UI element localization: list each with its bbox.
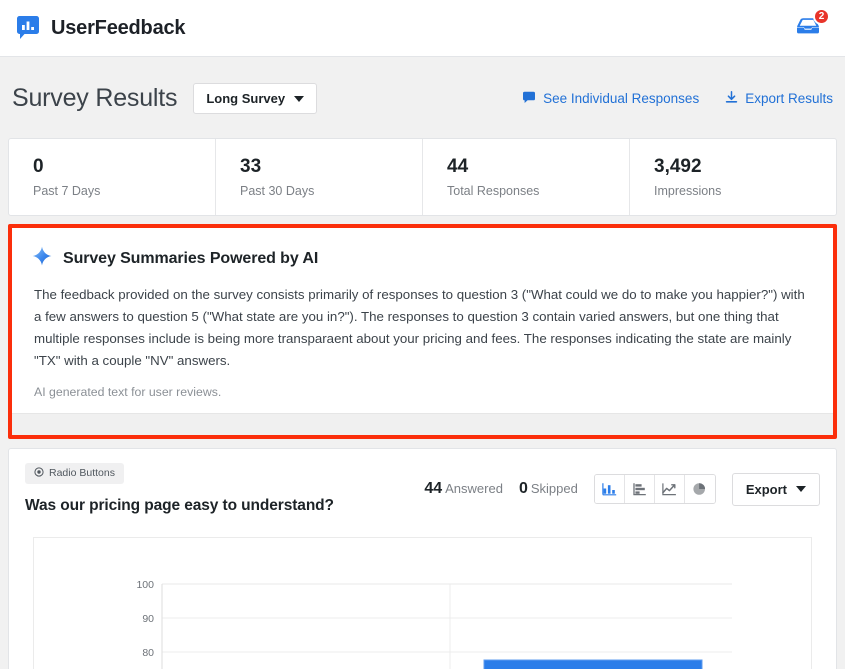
stat-card: 33 Past 30 Days <box>216 139 423 215</box>
see-individual-responses-link[interactable]: See Individual Responses <box>522 91 699 107</box>
export-button[interactable]: Export <box>732 473 820 506</box>
ai-summary-card: Survey Summaries Powered by AI The feedb… <box>12 228 833 413</box>
header-right: 2 <box>793 13 827 43</box>
stats-row: 0 Past 7 Days 33 Past 30 Days 44 Total R… <box>8 138 837 216</box>
header-actions: See Individual Responses Export Results <box>522 91 833 107</box>
question-header-left: Radio Buttons Was our pricing page easy … <box>25 463 334 515</box>
y-tick-label: 100 <box>136 579 154 591</box>
question-chart: 100 90 80 70 60 <box>33 537 812 669</box>
stat-value: 3,492 <box>654 155 836 179</box>
stat-value: 44 <box>447 155 629 179</box>
question-type-label: Radio Buttons <box>49 467 115 479</box>
chevron-down-icon <box>796 486 806 492</box>
ai-summary-body: The feedback provided on the survey cons… <box>32 284 813 372</box>
ai-summary-title: Survey Summaries Powered by AI <box>63 250 318 268</box>
export-results-label: Export Results <box>745 91 833 106</box>
skipped-count: 0Skipped <box>519 480 578 498</box>
chart-toggle-bar[interactable] <box>595 475 625 503</box>
inbox-button[interactable]: 2 <box>793 13 827 43</box>
ai-summary-footer <box>12 413 833 435</box>
see-individual-responses-label: See Individual Responses <box>543 91 699 106</box>
app-header: UserFeedback 2 <box>0 0 845 57</box>
brand-name: UserFeedback <box>51 17 185 40</box>
radio-button-icon <box>34 467 44 480</box>
stat-card: 3,492 Impressions <box>630 139 836 215</box>
skipped-count-value: 0 <box>519 480 528 497</box>
ai-summary-header: Survey Summaries Powered by AI <box>32 246 813 271</box>
question-type-badge: Radio Buttons <box>25 463 124 484</box>
export-results-link[interactable]: Export Results <box>725 91 833 107</box>
y-tick-label: 90 <box>142 613 154 625</box>
comment-icon <box>522 91 536 107</box>
export-button-label: Export <box>746 482 787 497</box>
question-header: Radio Buttons Was our pricing page easy … <box>9 449 836 529</box>
ai-summary-note: AI generated text for user reviews. <box>32 385 813 413</box>
stat-card: 44 Total Responses <box>423 139 630 215</box>
chart-toggle-line[interactable] <box>655 475 685 503</box>
question-header-right: 44Answered 0Skipped <box>424 463 820 506</box>
stat-value: 0 <box>33 155 215 179</box>
stat-label: Total Responses <box>447 184 629 198</box>
stat-card: 0 Past 7 Days <box>9 139 216 215</box>
page-body: Survey Results Long Survey See Individua… <box>0 57 845 669</box>
answered-count-label: Answered <box>445 481 503 496</box>
question-card: Radio Buttons Was our pricing page easy … <box>8 448 837 669</box>
page-title: Survey Results <box>12 84 177 113</box>
skipped-count-label: Skipped <box>531 481 578 496</box>
stat-label: Past 7 Days <box>33 184 215 198</box>
chevron-down-icon <box>294 96 304 102</box>
inbox-badge: 2 <box>813 8 830 25</box>
answered-count: 44Answered <box>424 480 503 498</box>
bar-chart-speech-bubble-icon <box>14 14 42 42</box>
bar-chart-svg: 100 90 80 70 60 <box>34 538 812 669</box>
stat-label: Impressions <box>654 184 836 198</box>
answered-count-value: 44 <box>424 480 442 497</box>
bar-yes[interactable] <box>484 660 702 669</box>
brand[interactable]: UserFeedback <box>14 14 185 42</box>
chart-toggle-horizontal-bar[interactable] <box>625 475 655 503</box>
sparkle-icon <box>32 246 52 271</box>
ai-summary-highlight: Survey Summaries Powered by AI The feedb… <box>8 224 837 439</box>
survey-select-button[interactable]: Long Survey <box>193 83 317 114</box>
inbox-tray-icon <box>793 26 823 43</box>
stat-value: 33 <box>240 155 422 179</box>
y-tick-label: 80 <box>142 647 154 659</box>
question-title: Was our pricing page easy to understand? <box>25 497 334 515</box>
stat-label: Past 30 Days <box>240 184 422 198</box>
survey-select-value: Long Survey <box>206 91 285 106</box>
chart-toggle-pie[interactable] <box>685 475 715 503</box>
download-icon <box>725 91 738 107</box>
page-header-row: Survey Results Long Survey See Individua… <box>8 57 837 138</box>
chart-type-toggle-group <box>594 474 716 504</box>
